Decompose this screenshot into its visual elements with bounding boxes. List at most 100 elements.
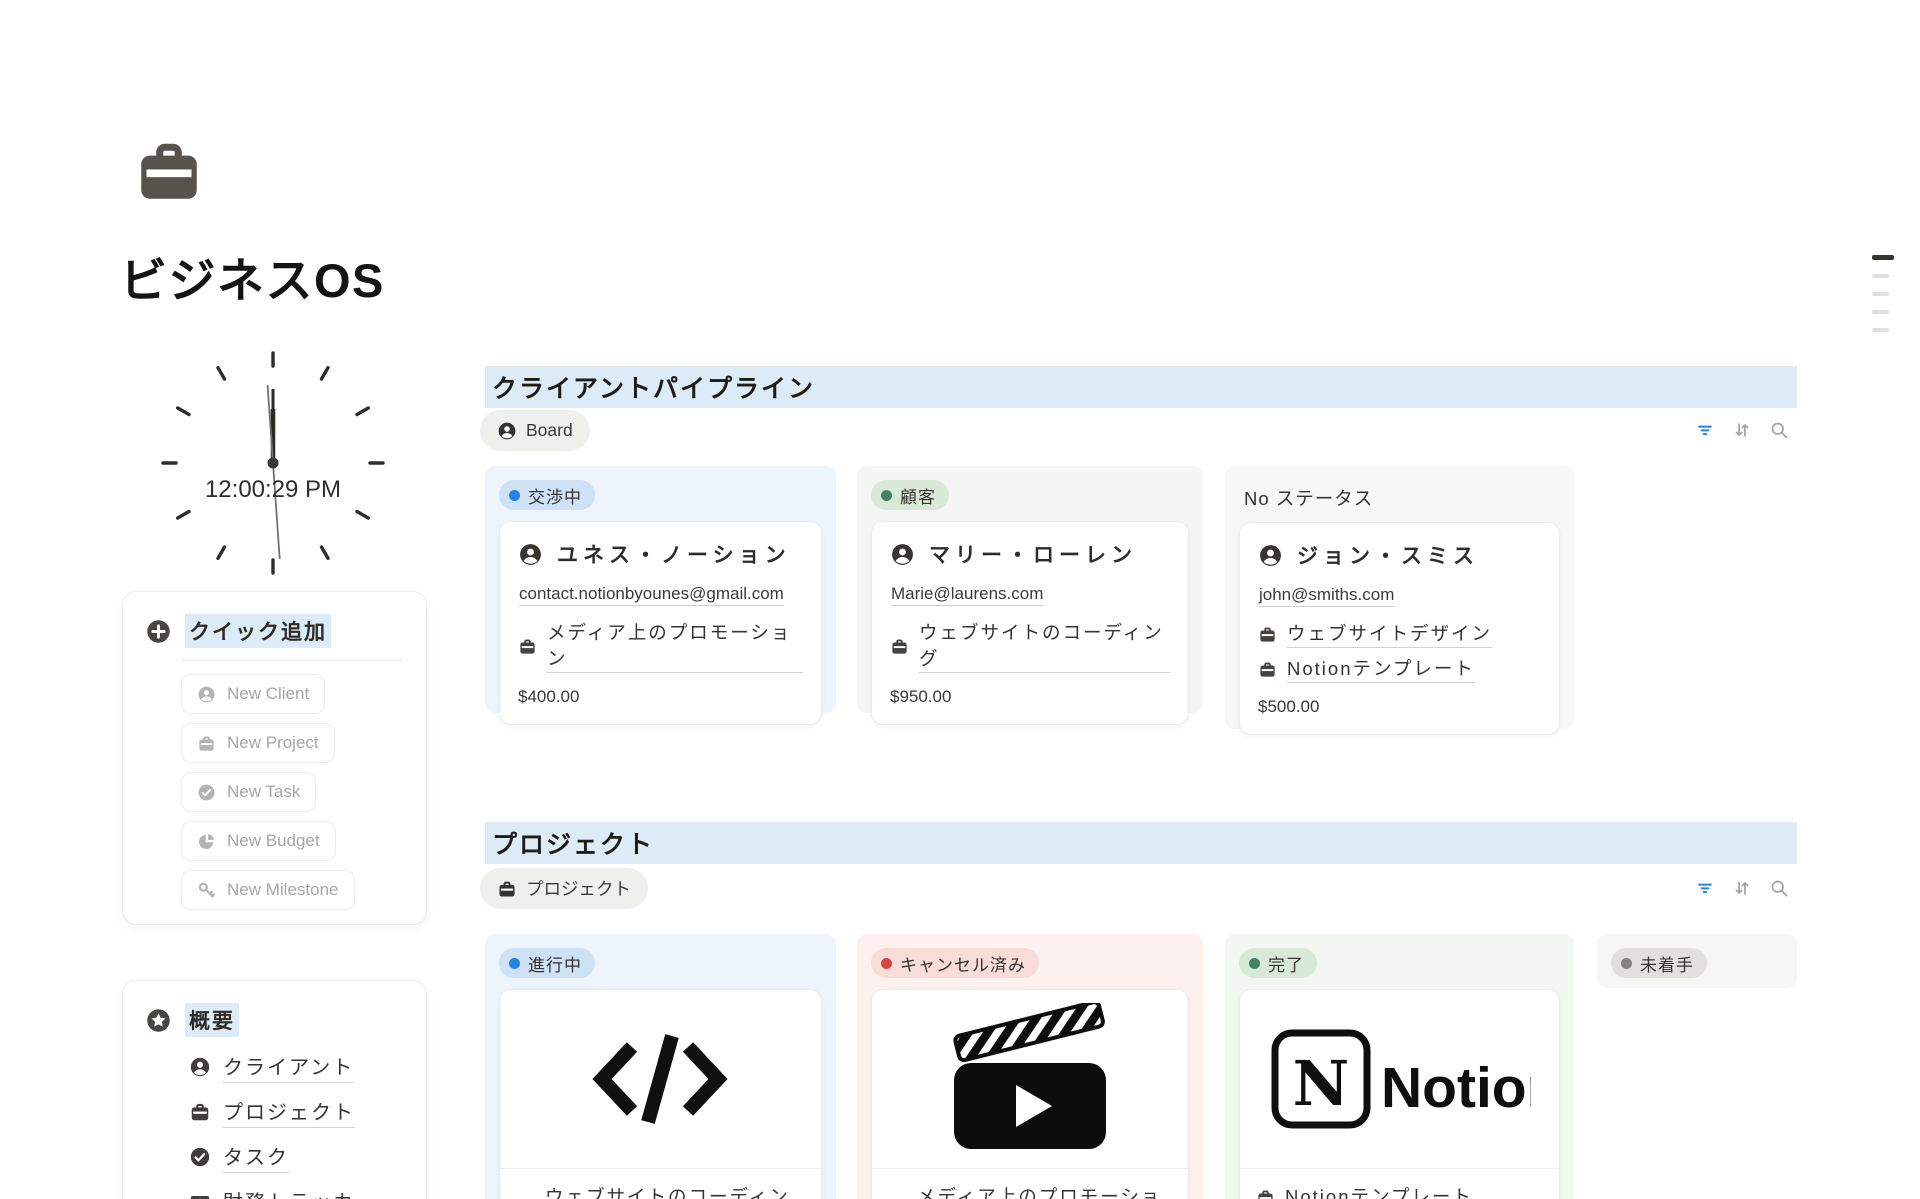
briefcase-icon xyxy=(189,1101,211,1123)
overview-link-projects[interactable]: プロジェクト xyxy=(189,1096,355,1128)
briefcase-icon xyxy=(1258,660,1277,679)
deal-amount: $950.00 xyxy=(890,687,1170,707)
related-project-link[interactable]: メディア上のプロモーション xyxy=(518,619,803,673)
toc-line[interactable] xyxy=(1872,310,1889,314)
filter-icon[interactable] xyxy=(1695,878,1715,898)
check-circle-icon xyxy=(189,1146,211,1168)
status-badge[interactable]: 未着手 xyxy=(1611,948,1707,978)
quick-add-panel: クイック追加 New Client New Project New Task N… xyxy=(122,591,427,925)
overview-link-finance-tracker[interactable]: 財務トラッカー xyxy=(189,1186,377,1199)
overview-title: 概要 xyxy=(185,1003,239,1037)
toc-line[interactable] xyxy=(1872,292,1889,296)
status-dot xyxy=(509,958,520,969)
project-title: Notionテンプレート xyxy=(1285,1183,1473,1199)
new-client-button[interactable]: New Client xyxy=(181,674,325,714)
code-icon xyxy=(586,1024,736,1134)
status-badge[interactable]: 完了 xyxy=(1239,948,1317,978)
overview-link-clients[interactable]: クライアント xyxy=(189,1051,354,1083)
digital-time: 12:00:29 PM xyxy=(153,476,393,504)
page-title: ビジネスOS xyxy=(120,242,385,311)
related-project-link[interactable]: Notionテンプレート xyxy=(1258,655,1541,683)
briefcase-icon xyxy=(1256,1188,1275,1199)
person-icon xyxy=(497,421,517,441)
related-project-link[interactable]: ウェブサイトデザイン xyxy=(1258,620,1541,648)
project-column-in-progress: 進行中 ウェブサイトのコーディング xyxy=(485,934,836,1199)
project-cover-image: N Notion xyxy=(1240,990,1559,1169)
projects-toolbar xyxy=(1695,878,1789,898)
status-dot xyxy=(1621,958,1632,969)
tab-projects-view[interactable]: プロジェクト xyxy=(480,868,648,909)
project-title: ウェブサイトのコーディング xyxy=(545,1183,805,1199)
quick-add-title: クイック追加 xyxy=(185,614,331,648)
client-email-link[interactable]: contact.notionbyounes@gmail.com xyxy=(519,584,784,606)
client-card[interactable]: マリー・ローレン Marie@laurens.com ウェブサイトのコーディング… xyxy=(871,521,1189,725)
person-icon xyxy=(1258,543,1283,568)
pipeline-column-customer: 顧客 マリー・ローレン Marie@laurens.com ウェブサイトのコーデ… xyxy=(857,466,1203,713)
filter-icon[interactable] xyxy=(1695,420,1715,440)
deal-amount: $400.00 xyxy=(518,687,803,707)
projects-section-title: プロジェクト xyxy=(485,822,1797,864)
toc-line-active[interactable] xyxy=(1872,255,1894,260)
project-column-not-started: 未着手 xyxy=(1597,934,1797,988)
analog-clock xyxy=(153,343,393,583)
svg-text:Notion: Notion xyxy=(1381,1056,1531,1120)
person-icon xyxy=(890,542,915,567)
toc-line[interactable] xyxy=(1872,274,1889,278)
status-label[interactable]: No ステータス xyxy=(1244,485,1560,511)
search-icon[interactable] xyxy=(1769,420,1789,440)
client-email-link[interactable]: john@smiths.com xyxy=(1259,585,1394,607)
status-badge[interactable]: 進行中 xyxy=(499,948,595,978)
status-dot xyxy=(881,958,892,969)
pipeline-column-negotiating: 交渉中 ユネス・ノーション contact.notionbyounes@gmai… xyxy=(485,466,836,713)
project-title: メディア上のプロモーション xyxy=(917,1183,1172,1199)
divider xyxy=(181,660,403,661)
project-cover-image xyxy=(500,990,821,1169)
status-badge[interactable]: 顧客 xyxy=(871,480,949,510)
briefcase-icon xyxy=(197,734,216,753)
table-of-contents-indicator xyxy=(1872,255,1894,332)
status-badge[interactable]: 交渉中 xyxy=(499,480,595,510)
star-circle-icon xyxy=(145,1007,172,1034)
new-milestone-button[interactable]: New Milestone xyxy=(181,870,355,910)
client-card[interactable]: ジョン・スミス john@smiths.com ウェブサイトデザイン Notio… xyxy=(1239,522,1560,735)
project-card[interactable]: N Notion Notionテンプレート xyxy=(1239,989,1560,1199)
key-icon xyxy=(197,881,216,900)
briefcase-page-logo-icon xyxy=(129,134,209,208)
project-column-cancelled: キャンセル済み xyxy=(857,934,1203,1199)
briefcase-icon xyxy=(890,637,909,656)
client-name: マリー・ローレン xyxy=(929,539,1137,569)
project-card[interactable]: メディア上のプロモーション xyxy=(871,989,1189,1199)
person-icon xyxy=(197,685,216,704)
project-cover-image xyxy=(872,990,1188,1169)
overview-link-tasks[interactable]: タスク xyxy=(189,1141,289,1173)
new-project-button[interactable]: New Project xyxy=(181,723,335,763)
person-icon xyxy=(189,1056,211,1078)
new-budget-button[interactable]: New Budget xyxy=(181,821,336,861)
related-project-link[interactable]: ウェブサイトのコーディング xyxy=(890,619,1170,673)
pipeline-column-no-status: No ステータス ジョン・スミス john@smiths.com ウェブサイトデ… xyxy=(1225,466,1574,729)
new-task-button[interactable]: New Task xyxy=(181,772,316,812)
check-circle-icon xyxy=(197,783,216,802)
svg-text:N: N xyxy=(1292,1047,1349,1120)
sort-icon[interactable] xyxy=(1732,878,1752,898)
status-dot xyxy=(1249,958,1260,969)
plus-circle-icon xyxy=(145,618,172,645)
overview-panel: 概要 クライアント プロジェクト タスク 財務トラッカー xyxy=(122,980,427,1199)
notion-logo: N Notion xyxy=(1269,1027,1531,1131)
status-badge[interactable]: キャンセル済み xyxy=(871,948,1039,978)
sort-icon[interactable] xyxy=(1732,420,1752,440)
notion-page: ビジネスOS 12:00:29 PM クイック追加 xyxy=(0,0,1920,1199)
pie-chart-icon xyxy=(197,832,216,851)
briefcase-icon xyxy=(1258,625,1277,644)
client-email-link[interactable]: Marie@laurens.com xyxy=(891,584,1043,606)
briefcase-icon xyxy=(518,637,537,656)
status-dot xyxy=(881,490,892,501)
project-card[interactable]: ウェブサイトのコーディング xyxy=(499,989,822,1199)
client-name: ジョン・スミス xyxy=(1297,540,1479,570)
tab-board-view[interactable]: Board xyxy=(480,410,590,451)
toc-line[interactable] xyxy=(1872,328,1889,332)
search-icon[interactable] xyxy=(1769,878,1789,898)
pipeline-toolbar xyxy=(1695,420,1789,440)
client-card[interactable]: ユネス・ノーション contact.notionbyounes@gmail.co… xyxy=(499,521,822,725)
clapperboard-play-icon xyxy=(942,1003,1118,1155)
